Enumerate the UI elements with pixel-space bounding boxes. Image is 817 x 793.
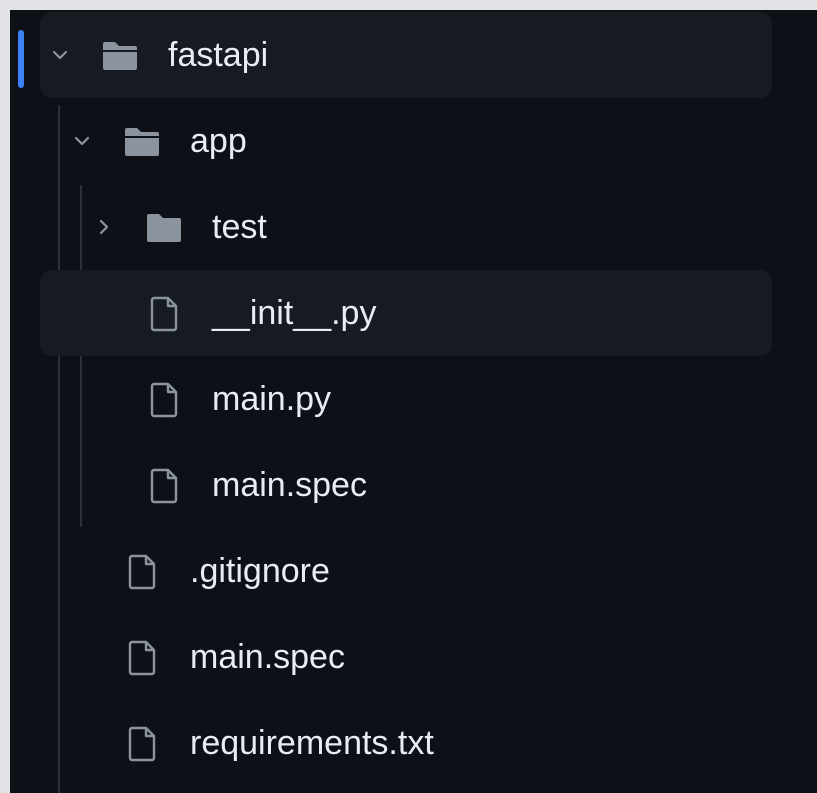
file-icon [122,552,162,592]
file-icon [122,724,162,764]
tree-item-test[interactable]: test [40,184,772,270]
tree-item-label: main.spec [190,638,345,676]
tree-item-app[interactable]: app [40,98,772,184]
file-tree: fastapi app test __init__.py main.py mai… [10,10,817,793]
tree-item-main-spec[interactable]: main.spec [40,614,772,700]
tree-item-main-py[interactable]: main.py [40,356,772,442]
tree-item-label: fastapi [168,36,269,74]
tree-item-gitignore[interactable]: .gitignore [40,528,772,614]
tree-item-label: __init__.py [212,294,377,332]
file-icon [122,638,162,678]
tree-item-label: main.py [212,380,332,418]
chevron-right-icon[interactable] [92,215,116,239]
tree-item-label: test [212,208,267,246]
file-icon [144,466,184,506]
tree-item-label: requirements.txt [190,724,434,762]
tree-item-label: main.spec [212,466,367,504]
file-explorer: fastapi app test __init__.py main.py mai… [10,10,817,793]
file-icon [144,380,184,420]
tree-item-label: app [190,122,247,160]
file-icon [144,294,184,334]
folder-open-icon [100,36,140,76]
folder-icon [144,208,184,248]
tree-item-fastapi[interactable]: fastapi [40,12,772,98]
chevron-down-icon[interactable] [70,129,94,153]
folder-open-icon [122,122,162,162]
tree-item-app-main-spec[interactable]: main.spec [40,442,772,528]
tree-item-init-py[interactable]: __init__.py [40,270,772,356]
tree-item-label: .gitignore [190,552,330,590]
chevron-down-icon[interactable] [48,43,72,67]
tree-item-requirements-txt[interactable]: requirements.txt [40,700,772,786]
